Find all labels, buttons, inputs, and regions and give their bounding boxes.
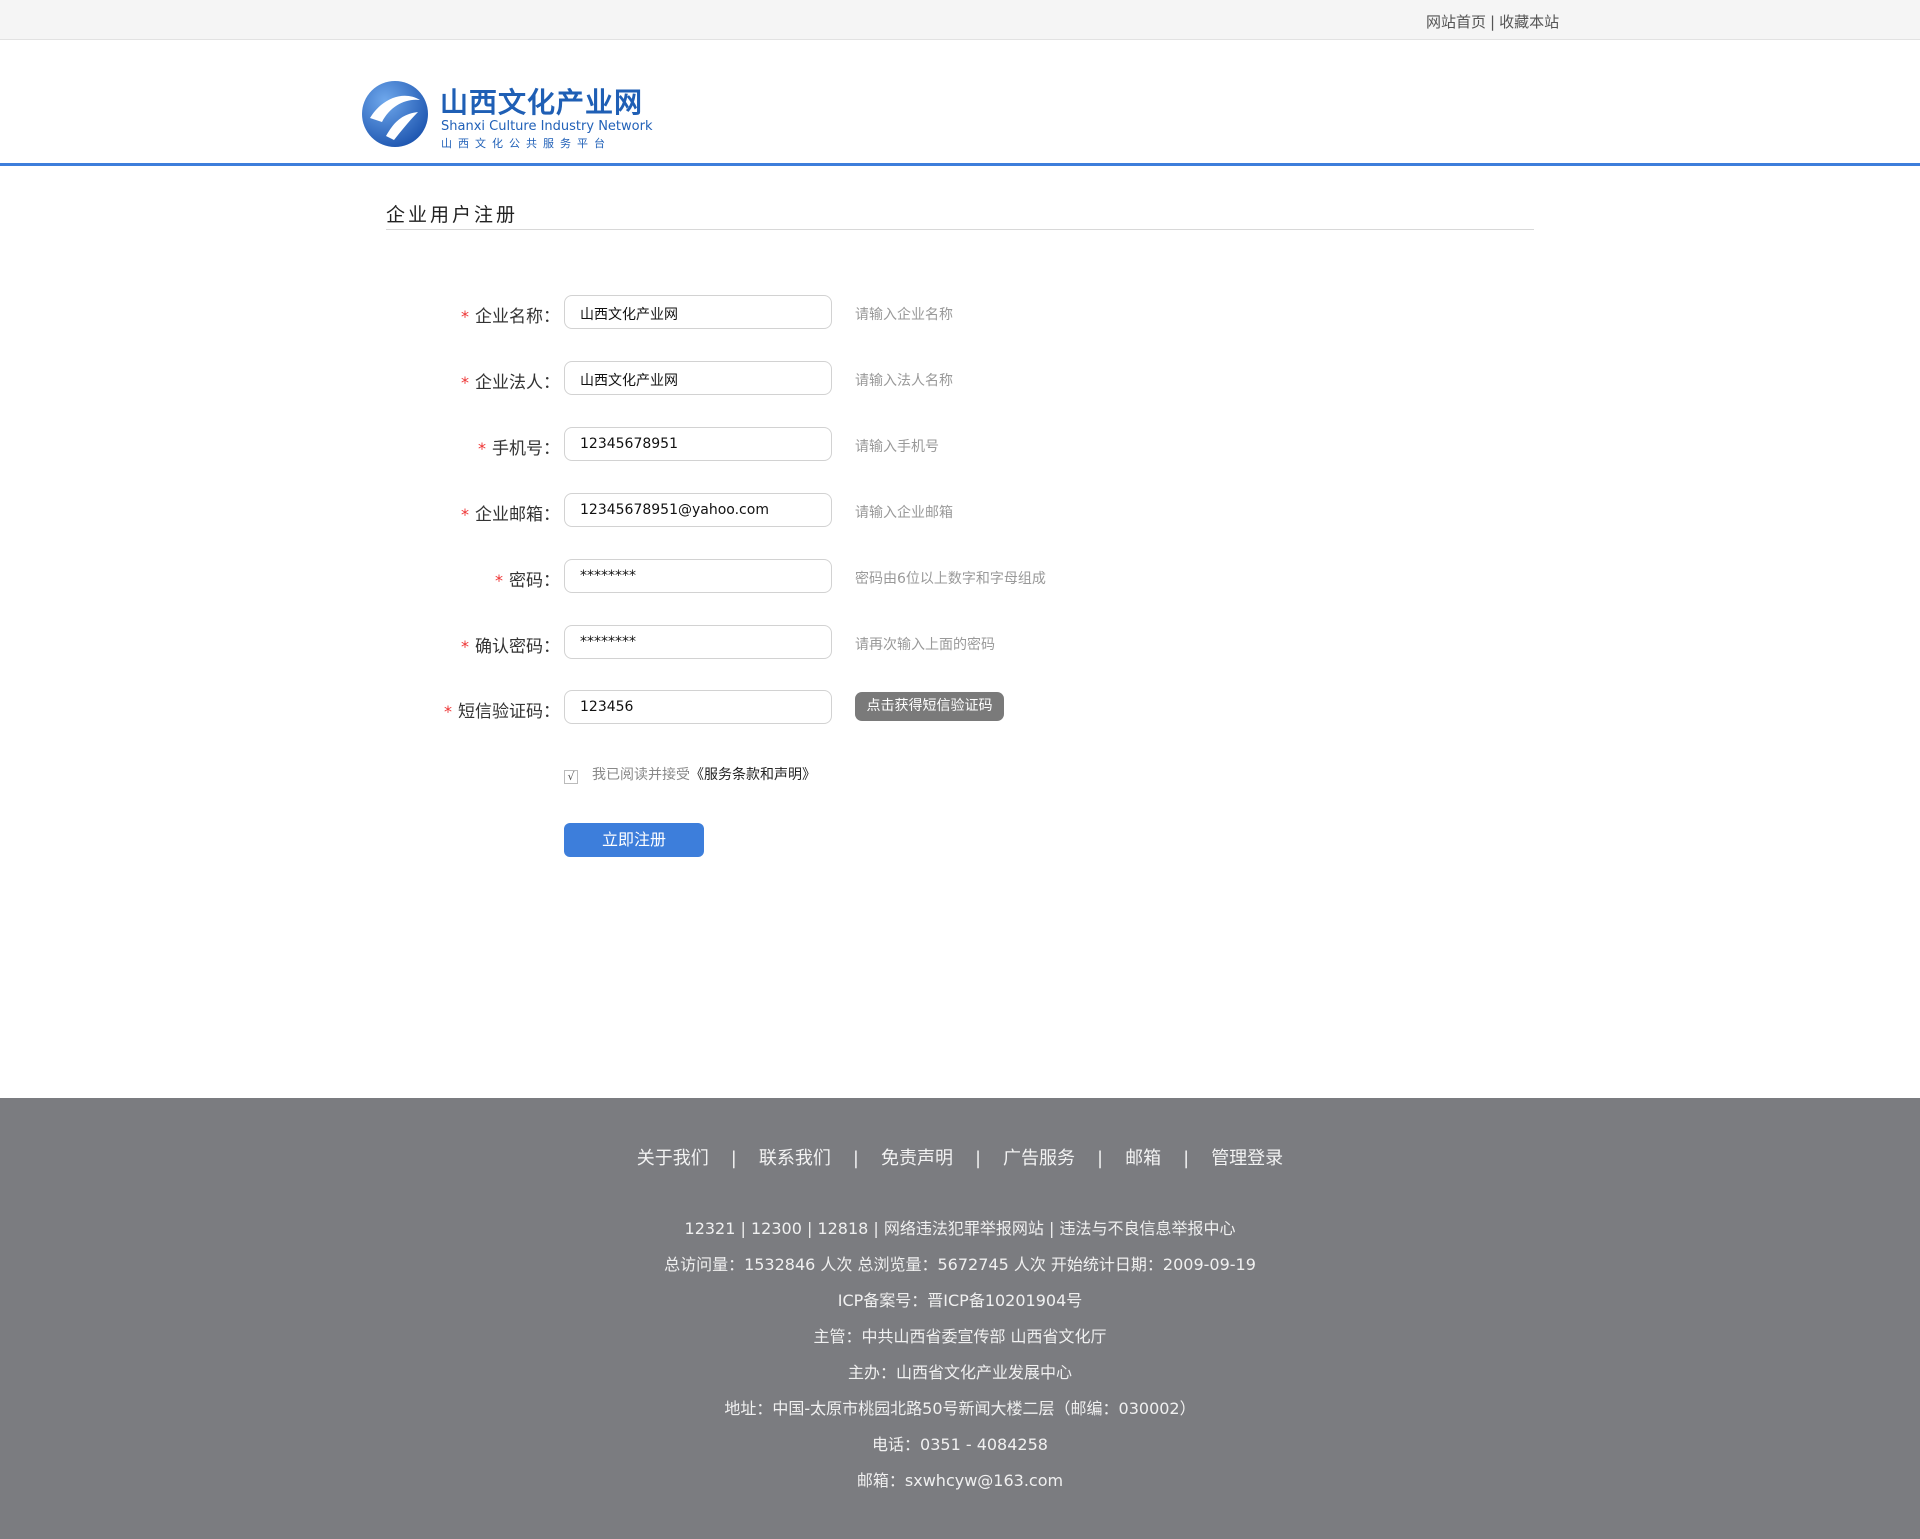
- footer-report-links[interactable]: 12321 | 12300 | 12818 | 网络违法犯罪举报网站 | 违法与…: [0, 1215, 1920, 1239]
- form-row-password: * 密码： ******** 密码由6位以上数字和字母组成: [0, 559, 1920, 595]
- home-link[interactable]: 网站首页: [1426, 13, 1486, 31]
- phone-hint: 请输入手机号: [855, 439, 939, 455]
- footer-link-ads[interactable]: 广告服务: [1003, 1148, 1075, 1169]
- footer-link-admin-login[interactable]: 管理登录: [1211, 1148, 1283, 1169]
- email-hint: 请输入企业邮箱: [855, 505, 953, 521]
- form-row-sms-code: * 短信验证码： 123456 点击获得短信验证码: [0, 690, 1920, 726]
- required-mark: *: [478, 439, 486, 458]
- form-row-email: * 企业邮箱： 12345678951@yahoo.com 请输入企业邮箱: [0, 493, 1920, 529]
- agreement: √ 我已阅读并接受《服务条款和声明》: [564, 764, 816, 784]
- company-name-label: 企业名称：: [475, 307, 560, 327]
- footer-email: 邮箱：sxwhcyw@163.com: [856, 1471, 1064, 1490]
- agree-text: 我已阅读并接受: [592, 767, 690, 783]
- get-sms-code-button[interactable]: 点击获得短信验证码: [855, 692, 1004, 721]
- required-mark: *: [444, 702, 452, 721]
- swoosh-logo-icon: [362, 81, 428, 147]
- header: 山西文化产业网 Shanxi Culture Industry Network …: [0, 40, 1920, 166]
- password-input[interactable]: ********: [564, 559, 832, 593]
- footer: 关于我们 | 联系我们 | 免责声明 | 广告服务 | 邮箱 | 管理登录 12321 | 1230…: [0, 1098, 1920, 1539]
- footer-nav-separator: |: [974, 1148, 982, 1169]
- required-mark: *: [461, 637, 469, 656]
- required-mark: *: [461, 307, 469, 326]
- register-button[interactable]: 立即注册: [564, 823, 704, 857]
- legal-person-input[interactable]: 山西文化产业网: [564, 361, 832, 395]
- logo-tagline: 山西文化公共服务平台: [441, 137, 611, 150]
- confirm-password-label: 确认密码：: [475, 637, 560, 657]
- confirm-password-hint: 请再次输入上面的密码: [855, 637, 995, 653]
- title-divider: [386, 229, 1534, 230]
- form-row-legal-person: * 企业法人： 山西文化产业网 请输入法人名称: [0, 361, 1920, 397]
- phone-label: 手机号：: [492, 439, 560, 459]
- footer-link-disclaimer[interactable]: 免责声明: [881, 1148, 953, 1169]
- footer-phone: 电话：0351 - 4084258: [872, 1435, 1048, 1454]
- page-title: 企业用户注册: [386, 204, 519, 226]
- footer-nav: 关于我们 | 联系我们 | 免责声明 | 广告服务 | 邮箱 | 管理登录: [0, 1144, 1920, 1170]
- agree-checkbox[interactable]: √: [564, 770, 578, 784]
- terms-link[interactable]: 《服务条款和声明》: [690, 767, 816, 783]
- form-row-company-name: * 企业名称： 山西文化产业网 请输入企业名称: [0, 295, 1920, 331]
- top-links: 网站首页 | 收藏本站: [1426, 11, 1559, 32]
- footer-stats: 总访问量：1532846 人次 总浏览量：5672745 人次 开始统计日期：2…: [664, 1255, 1256, 1274]
- footer-address: 地址：中国-太原市桃园北路50号新闻大楼二层（邮编：030002）: [724, 1399, 1196, 1418]
- legal-person-label: 企业法人：: [475, 373, 560, 393]
- legal-person-hint: 请输入法人名称: [855, 373, 953, 389]
- footer-nav-separator: |: [1097, 1148, 1104, 1169]
- footer-link-about[interactable]: 关于我们: [637, 1148, 709, 1169]
- password-hint: 密码由6位以上数字和字母组成: [855, 571, 1046, 587]
- sms-code-input[interactable]: 123456: [564, 690, 832, 724]
- bookmark-link[interactable]: 收藏本站: [1499, 13, 1559, 31]
- company-name-input[interactable]: 山西文化产业网: [564, 295, 832, 329]
- top-bar: 网站首页 | 收藏本站: [0, 0, 1920, 40]
- footer-nav-separator: |: [852, 1148, 859, 1169]
- footer-organizer: 主办：山西省文化产业发展中心: [847, 1363, 1072, 1382]
- email-label: 企业邮箱：: [475, 505, 560, 525]
- logo-name-en: Shanxi Culture Industry Network: [441, 119, 653, 134]
- confirm-password-input[interactable]: ********: [564, 625, 832, 659]
- footer-link-mailbox[interactable]: 邮箱: [1125, 1148, 1161, 1169]
- email-input[interactable]: 12345678951@yahoo.com: [564, 493, 832, 527]
- footer-icp: ICP备案号：晋ICP备10201904号: [837, 1291, 1083, 1310]
- top-links-separator: |: [1490, 13, 1496, 31]
- form-row-confirm-password: * 确认密码： ******** 请再次输入上面的密码: [0, 625, 1920, 661]
- required-mark: *: [461, 505, 469, 524]
- form-row-phone: * 手机号： 12345678951 请输入手机号: [0, 427, 1920, 463]
- footer-nav-separator: |: [1183, 1148, 1190, 1169]
- phone-input[interactable]: 12345678951: [564, 427, 832, 461]
- footer-nav-separator: |: [730, 1148, 737, 1169]
- footer-link-contact[interactable]: 联系我们: [759, 1148, 831, 1169]
- required-mark: *: [461, 373, 469, 392]
- required-mark: *: [495, 571, 503, 590]
- company-name-hint: 请输入企业名称: [855, 307, 953, 323]
- logo-name-cn: 山西文化产业网: [440, 86, 644, 119]
- sms-code-label: 短信验证码：: [458, 702, 560, 722]
- footer-supervisor: 主管：中共山西省委宣传部 山西省文化厅: [813, 1327, 1107, 1346]
- password-label: 密码：: [509, 571, 560, 591]
- site-logo[interactable]: 山西文化产业网 Shanxi Culture Industry Network …: [360, 78, 652, 152]
